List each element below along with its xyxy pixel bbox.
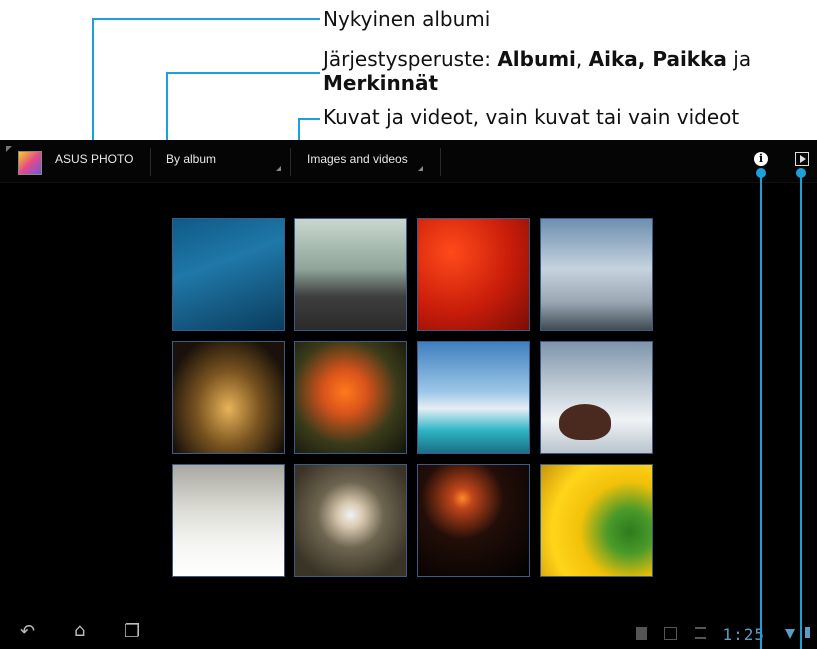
annotation-sort-mode: Järjestysperuste: Albumi, Aika, Paikka j… [323, 47, 752, 71]
thumbnail-white-flower[interactable] [294, 464, 407, 577]
divider [150, 148, 151, 176]
rock-shape [559, 404, 611, 440]
thumbnail-red-lanterns[interactable] [417, 218, 530, 331]
thumbnail-cloudy-sky[interactable] [540, 218, 653, 331]
callout-dot [796, 168, 806, 178]
battery-icon [805, 627, 810, 638]
home-icon[interactable]: ⌂ [74, 622, 85, 640]
thumbnail-sleeping-kitten[interactable] [172, 464, 285, 577]
thumbnail-harbor-boats[interactable] [417, 341, 530, 454]
thumbnail-rock-in-sea[interactable] [540, 341, 653, 454]
wifi-icon [785, 629, 795, 639]
callout-line [800, 172, 802, 649]
thumbnail-sunflower[interactable] [540, 464, 653, 577]
thumbnail-couple-walking[interactable] [294, 218, 407, 331]
info-icon[interactable]: i [754, 152, 768, 166]
callout-line [166, 72, 320, 74]
thumbnail-lake-shore[interactable] [172, 218, 285, 331]
dropdown-indicator-icon [276, 166, 281, 171]
dropdown-indicator-icon [418, 166, 423, 171]
app-title[interactable]: ASUS PHOTO [55, 152, 133, 166]
asus-photo-app-icon[interactable] [18, 151, 42, 175]
sort-spinner-label: By album [166, 152, 217, 166]
callout-dot [756, 168, 766, 178]
clock: 1:25 [722, 625, 765, 644]
screenshot-icon [664, 627, 677, 640]
sort-spinner[interactable]: By album [152, 140, 288, 182]
device-screen: ASUS PHOTO By album Images and videos i … [0, 140, 817, 649]
annotation-current-album: Nykyinen albumi [323, 7, 491, 31]
thumbnail-clownfish[interactable] [294, 341, 407, 454]
callout-line [92, 18, 320, 20]
divider [290, 148, 291, 176]
sd-card-icon [636, 627, 647, 640]
thumbnail-night-building[interactable] [172, 341, 285, 454]
divider [440, 148, 441, 176]
play-icon[interactable] [795, 152, 809, 166]
menu-corner-indicator [6, 146, 12, 152]
media-filter-spinner[interactable]: Images and videos [292, 140, 432, 182]
download-icon [695, 627, 706, 639]
callout-line [166, 72, 168, 150]
callout-line [92, 18, 94, 150]
annotation-media-filter: Kuvat ja videot, vain kuvat tai vain vid… [323, 105, 740, 129]
callout-line [298, 118, 320, 120]
recent-apps-icon[interactable]: ❐ [124, 623, 140, 641]
thumbnail-sky-lanterns[interactable] [417, 464, 530, 577]
annotation-sort-tags: Merkinnät [323, 71, 439, 95]
back-icon[interactable]: ↶ [20, 623, 35, 641]
callout-line [760, 172, 762, 649]
action-bar: ASUS PHOTO By album Images and videos i [0, 140, 817, 183]
media-filter-label: Images and videos [307, 152, 408, 166]
system-bar: ↶ ⌂ ❐ 1:25 [0, 618, 817, 649]
